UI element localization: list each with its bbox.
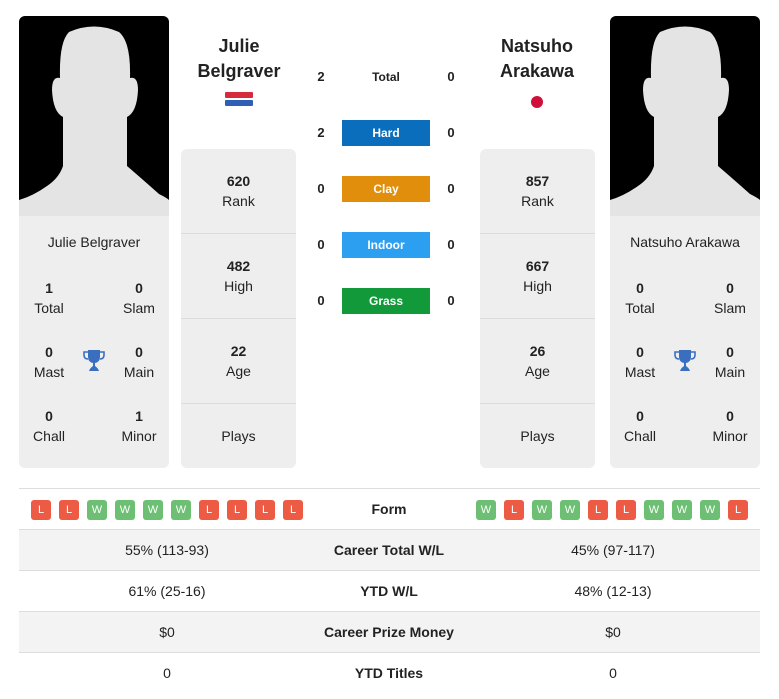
form-badge-win[interactable]: W (115, 500, 135, 520)
titles-minor: 0 Minor (712, 408, 748, 444)
stat-age: 26 Age (480, 319, 595, 404)
h2h-surface-hard: 2 Hard 0 (305, 119, 467, 147)
form-badge-loss[interactable]: L (504, 500, 524, 520)
form-badge-win[interactable]: W (143, 500, 163, 520)
form-badge-win[interactable]: W (700, 500, 720, 520)
titles-mast: 0 Mast (624, 344, 656, 380)
form-badge-loss[interactable]: L (728, 500, 748, 520)
silhouette-icon (610, 26, 760, 216)
form-badge-win[interactable]: W (644, 500, 664, 520)
trophy-icon (674, 350, 696, 371)
player-name: Julie Belgraver (47, 234, 141, 250)
form-badge-loss[interactable]: L (227, 500, 247, 520)
h2h-surface-indoor: 0 Indoor 0 (305, 231, 467, 259)
form-badge-win[interactable]: W (560, 500, 580, 520)
player-card-right: Natsuho Arakawa 0 Total 0 Slam 0 Mast 0 … (610, 16, 760, 468)
silhouette-icon (19, 26, 169, 216)
japan-flag-icon (531, 96, 543, 108)
surface-badge-indoor[interactable]: Indoor (342, 232, 430, 258)
stat-plays: Plays (221, 428, 256, 444)
stat-rank: 857 Rank (480, 149, 595, 234)
form-badges-left: L L W W W W L L L L (31, 500, 303, 520)
form-badge-loss[interactable]: L (199, 500, 219, 520)
form-badge-loss[interactable]: L (588, 500, 608, 520)
player-stats-right: 857 Rank 667 High 26 Age Plays (480, 149, 595, 468)
comparison-row-prize-money: $0 Career Prize Money $0 (19, 611, 760, 652)
comparison-row-career-wl: 55% (113-93) Career Total W/L 45% (97-11… (19, 529, 760, 570)
titles-minor: 1 Minor (121, 408, 157, 444)
surface-badge-hard[interactable]: Hard (342, 120, 430, 146)
form-badge-win[interactable]: W (87, 500, 107, 520)
form-label: Form (371, 501, 407, 517)
form-badge-loss[interactable]: L (616, 500, 636, 520)
form-row: L L W W W W L L L L Form W L W W L L W W… (19, 489, 760, 529)
form-badge-loss[interactable]: L (59, 500, 79, 520)
player-name-heading-right[interactable]: Natsuho Arakawa (477, 34, 597, 84)
titles-main: 0 Main (714, 344, 746, 380)
form-badge-loss[interactable]: L (283, 500, 303, 520)
stat-plays: Plays (520, 428, 555, 444)
surface-badge-grass[interactable]: Grass (342, 288, 430, 314)
player-stats-left: 620 Rank 482 High 22 Age Plays (181, 149, 296, 468)
titles-main: 0 Main (123, 344, 155, 380)
comparison-row-ytd-titles: 0 YTD Titles 0 (19, 652, 760, 693)
h2h-surface-grass: 0 Grass 0 (305, 287, 467, 315)
surface-badge-clay[interactable]: Clay (342, 176, 430, 202)
titles-slam: 0 Slam (123, 280, 155, 316)
form-badge-loss[interactable]: L (255, 500, 275, 520)
titles-total: 1 Total (34, 280, 64, 316)
titles-chall: 0 Chall (624, 408, 656, 444)
titles-slam: 0 Slam (714, 280, 746, 316)
stat-rank: 620 Rank (181, 149, 296, 234)
player-name: Natsuho Arakawa (630, 234, 740, 250)
titles-mast: 0 Mast (33, 344, 65, 380)
comparison-row-ytd-wl: 61% (25-16) YTD W/L 48% (12-13) (19, 570, 760, 611)
form-badges-right: W L W W L L W W W L (476, 500, 748, 520)
form-badge-win[interactable]: W (171, 500, 191, 520)
netherlands-flag-icon (225, 92, 253, 112)
h2h-total-label: Total (372, 70, 400, 84)
stat-high: 482 High (181, 234, 296, 319)
stat-high: 667 High (480, 234, 595, 319)
player-name-heading-left[interactable]: Julie Belgraver (179, 34, 299, 84)
h2h-total-row: 2 Total 0 (305, 63, 467, 91)
form-badge-win[interactable]: W (672, 500, 692, 520)
trophy-icon (83, 350, 105, 371)
form-badge-win[interactable]: W (532, 500, 552, 520)
titles-total: 0 Total (625, 280, 655, 316)
player-photo-placeholder (19, 16, 169, 216)
h2h-surface-clay: 0 Clay 0 (305, 175, 467, 203)
player-card-left: Julie Belgraver 1 Total 0 Slam 0 Mast 0 … (19, 16, 169, 468)
stat-age: 22 Age (181, 319, 296, 404)
form-badge-loss[interactable]: L (31, 500, 51, 520)
player-photo-placeholder (610, 16, 760, 216)
form-badge-win[interactable]: W (476, 500, 496, 520)
titles-chall: 0 Chall (33, 408, 65, 444)
